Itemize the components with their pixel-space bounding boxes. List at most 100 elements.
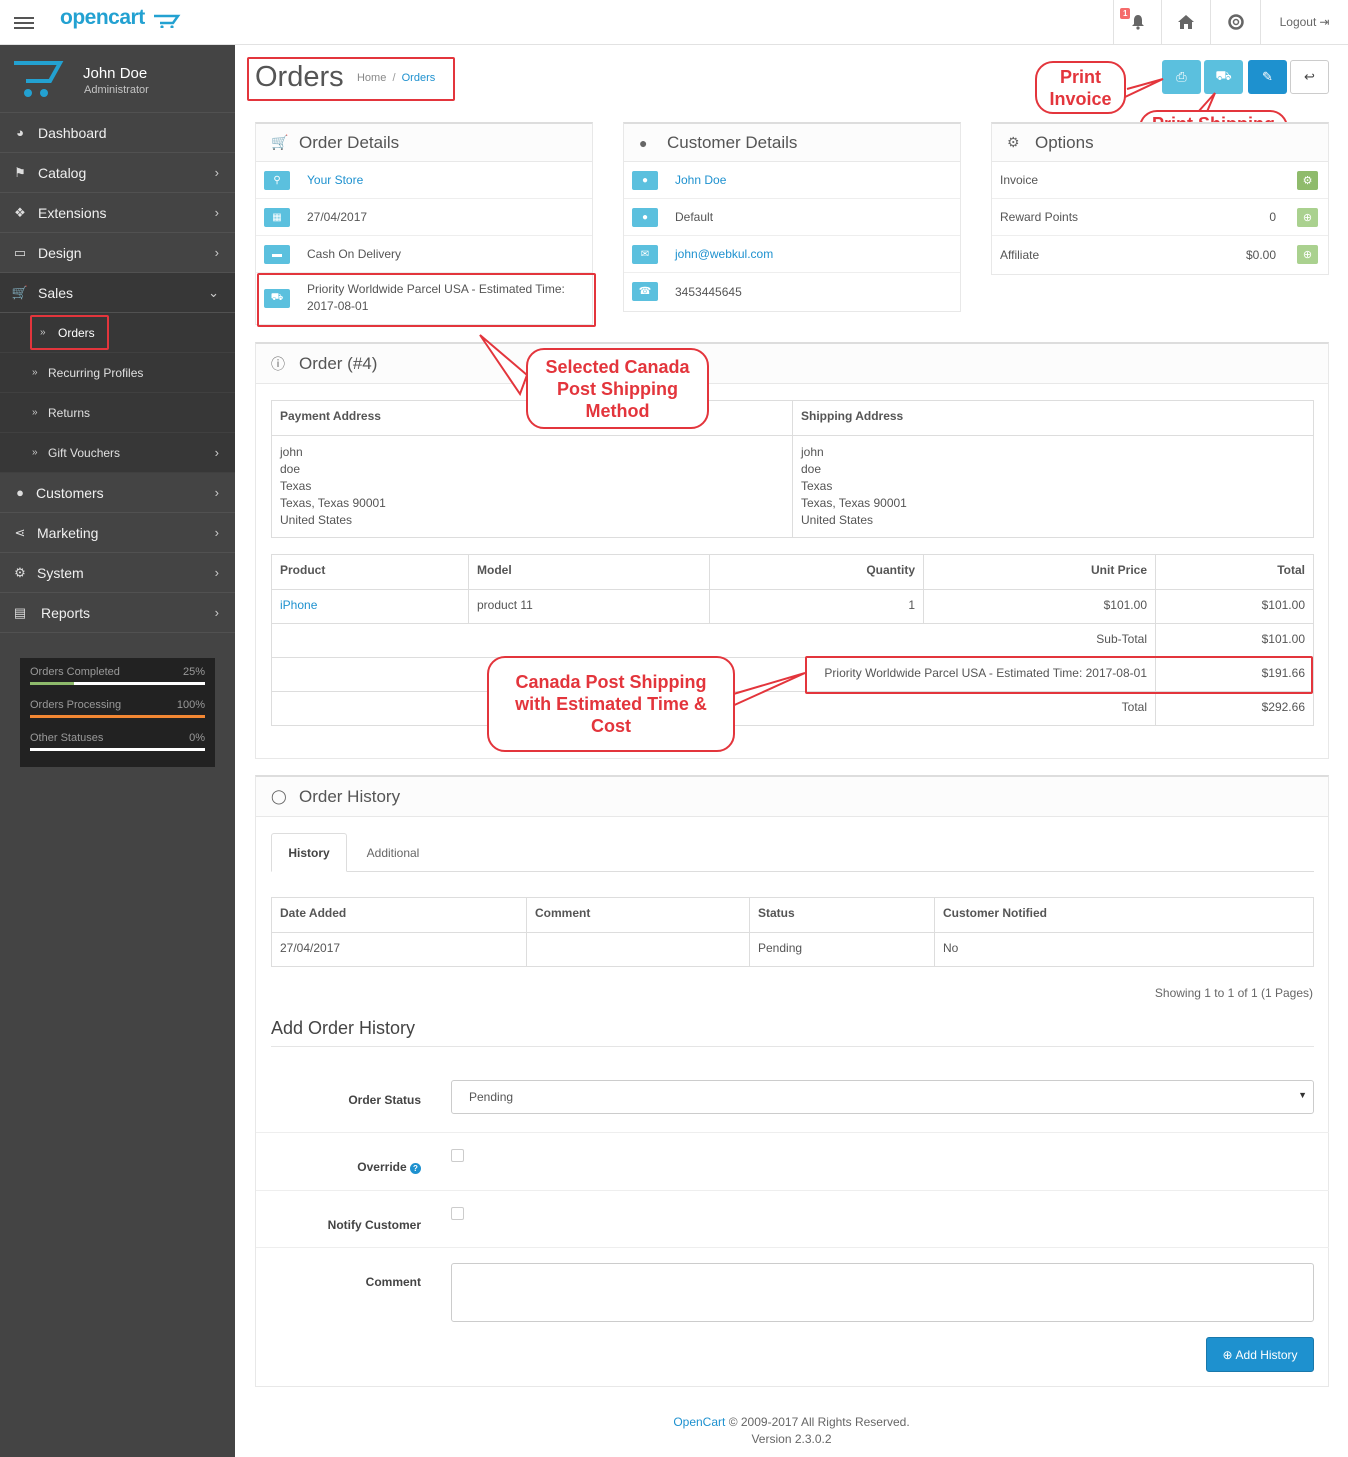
customer-link[interactable]: John Doe [675,173,726,187]
add-commission-button[interactable]: ⊕ [1297,245,1318,264]
monitor-icon: ▭ [13,244,27,260]
order-status-select[interactable]: Pending ▼ [451,1080,1314,1114]
comment-textarea[interactable] [451,1263,1314,1322]
options-panel: ⚙ Options Invoice ⚙ Reward Points 0 ⊕ Affili… [991,122,1329,275]
history-panel: ◯ Order History History Additional Date A… [255,775,1329,1387]
comment-row: Comment ⊕ Add History [256,1247,1329,1389]
notification-badge: 1 [1120,8,1131,19]
stat-processing: Orders Processing 100% [30,699,205,719]
user-icon: ● [16,485,24,500]
double-chevron-icon: » [32,367,38,378]
stat-completed: Orders Completed 25% [30,666,205,686]
double-chevron-icon: » [32,407,38,418]
gear-icon: ⚙ [1007,134,1020,150]
sign-out-icon: ⇥ [1319,15,1330,29]
invoice-row: Invoice ⚙ [992,162,1328,199]
reward-row: Reward Points 0 ⊕ [992,199,1328,236]
payment-address: john doe Texas Texas, Texas 90001 United Sta… [271,435,793,538]
generate-invoice-button[interactable]: ⚙ [1297,170,1318,190]
user-icon: ● [639,134,648,151]
bell-icon [1131,15,1144,30]
menu-design[interactable]: ▭ Design › [0,233,235,273]
menu-catalog[interactable]: ⚑ Catalog › [0,153,235,193]
pencil-icon: ✎ [1262,69,1273,84]
add-history-button[interactable]: ⊕ Add History [1206,1337,1314,1372]
opencart-logo[interactable]: opencart [60,6,181,40]
phone-icon: ☎ [632,282,658,301]
tab-history[interactable]: History [271,833,347,872]
share-icon: ⋖ [14,524,26,540]
help-button[interactable] [1210,0,1260,44]
menu-marketing[interactable]: ⋖ Marketing › [0,513,235,553]
reply-icon: ↩ [1304,69,1315,84]
payment-row: ▬ Cash On Delivery [256,236,592,273]
menu-extensions[interactable]: ❖ Extensions › [0,193,235,233]
chevron-right-icon: › [214,205,219,220]
override-checkbox[interactable] [451,1149,464,1162]
stat-other: Other Statuses 0% [30,732,205,752]
sidebar: John Doe Administrator ◕ Dashboard ⚑ Catal… [0,45,235,1457]
chevron-right-icon: › [214,445,219,460]
email-link[interactable]: john@webkul.com [675,247,773,261]
menu-toggle-icon[interactable] [14,14,34,32]
submenu-gift-vouchers[interactable]: » Gift Vouchers › [0,433,235,473]
menu-customers[interactable]: ● Customers › [0,473,235,513]
add-reward-button[interactable]: ⊕ [1297,207,1318,227]
double-chevron-icon: » [32,447,38,458]
tags-icon: ⚑ [14,164,26,180]
menu-sales[interactable]: 🛒 Sales ⌄ [0,273,235,313]
title-highlight [247,57,455,101]
gear-icon: ⚙ [14,564,26,580]
puzzle-icon: ❖ [14,204,26,220]
top-header: opencart 1 Logout ⇥ [0,0,1348,45]
menu-system[interactable]: ⚙ System › [0,553,235,593]
submenu-recurring-profiles[interactable]: » Recurring Profiles [0,353,235,393]
tab-additional[interactable]: Additional [351,833,435,872]
customer-name-row: ● John Doe [624,162,960,199]
product-link[interactable]: iPhone [280,598,317,612]
plus-circle-icon: ⊕ [1222,1347,1233,1362]
shipping-address: john doe Texas Texas, Texas 90001 United Sta… [792,435,1314,538]
customer-email-row: ✉ john@webkul.com [624,236,960,273]
chevron-down-icon: ⌄ [208,284,219,300]
order-stats: Orders Completed 25% Orders Processing 100… [20,658,215,767]
caret-down-icon: ▼ [1298,1090,1307,1100]
help-circle-icon[interactable]: ? [410,1163,421,1174]
customer-phone-row: ☎ 3453445645 [624,273,960,310]
override-row: Override ? [256,1132,1329,1190]
cart-icon: 🛒 [11,284,29,300]
notify-checkbox[interactable] [451,1207,464,1220]
menu-reports[interactable]: ▤ Reports › [0,593,235,633]
table-row: iPhone product 11 1 $101.00 $101.00 [271,589,1314,624]
logout-button[interactable]: Logout ⇥ [1260,0,1348,44]
edit-button[interactable]: ✎ [1248,60,1287,94]
info-icon: ⓘ [271,355,285,372]
footer: OpenCart © 2009-2017 All Rights Reserved… [673,1415,910,1446]
affiliate-row: Affiliate $0.00 ⊕ [992,236,1328,273]
chevron-right-icon: › [214,525,219,540]
menu-dashboard[interactable]: ◕ Dashboard [0,113,235,153]
main-content: Orders Home / Orders ⎙ ⛟ ✎ ↩ Print Invoi… [235,45,1348,1457]
footer-opencart-link[interactable]: OpenCart [673,1415,725,1429]
notifications-button[interactable]: 1 [1113,0,1161,44]
user-profile: John Doe Administrator [0,45,235,113]
history-tabs: History Additional [271,833,1314,872]
chevron-right-icon: › [214,565,219,580]
comment-icon: ◯ [271,788,287,804]
customer-details-panel: ● Customer Details ● John Doe ● Default ✉ jo… [623,122,961,312]
progress-bar [30,682,205,685]
shipping-cost-highlight [805,656,1313,694]
back-button[interactable]: ↩ [1290,60,1329,94]
progress-bar [30,715,205,718]
user-role: Administrator [84,84,149,96]
store-link[interactable]: Your Store [307,173,363,187]
pagination-results: Showing 1 to 1 of 1 (1 Pages) [1154,986,1313,1000]
group-icon: ● [632,207,658,227]
chevron-right-icon: › [214,245,219,260]
progress-bar [30,748,205,751]
home-button[interactable] [1161,0,1210,44]
add-history-title: Add Order History [271,1018,1314,1047]
callout-print-invoice: Print Invoice [1035,61,1126,114]
cart-icon: 🛒 [271,134,289,150]
submenu-returns[interactable]: » Returns [0,393,235,433]
